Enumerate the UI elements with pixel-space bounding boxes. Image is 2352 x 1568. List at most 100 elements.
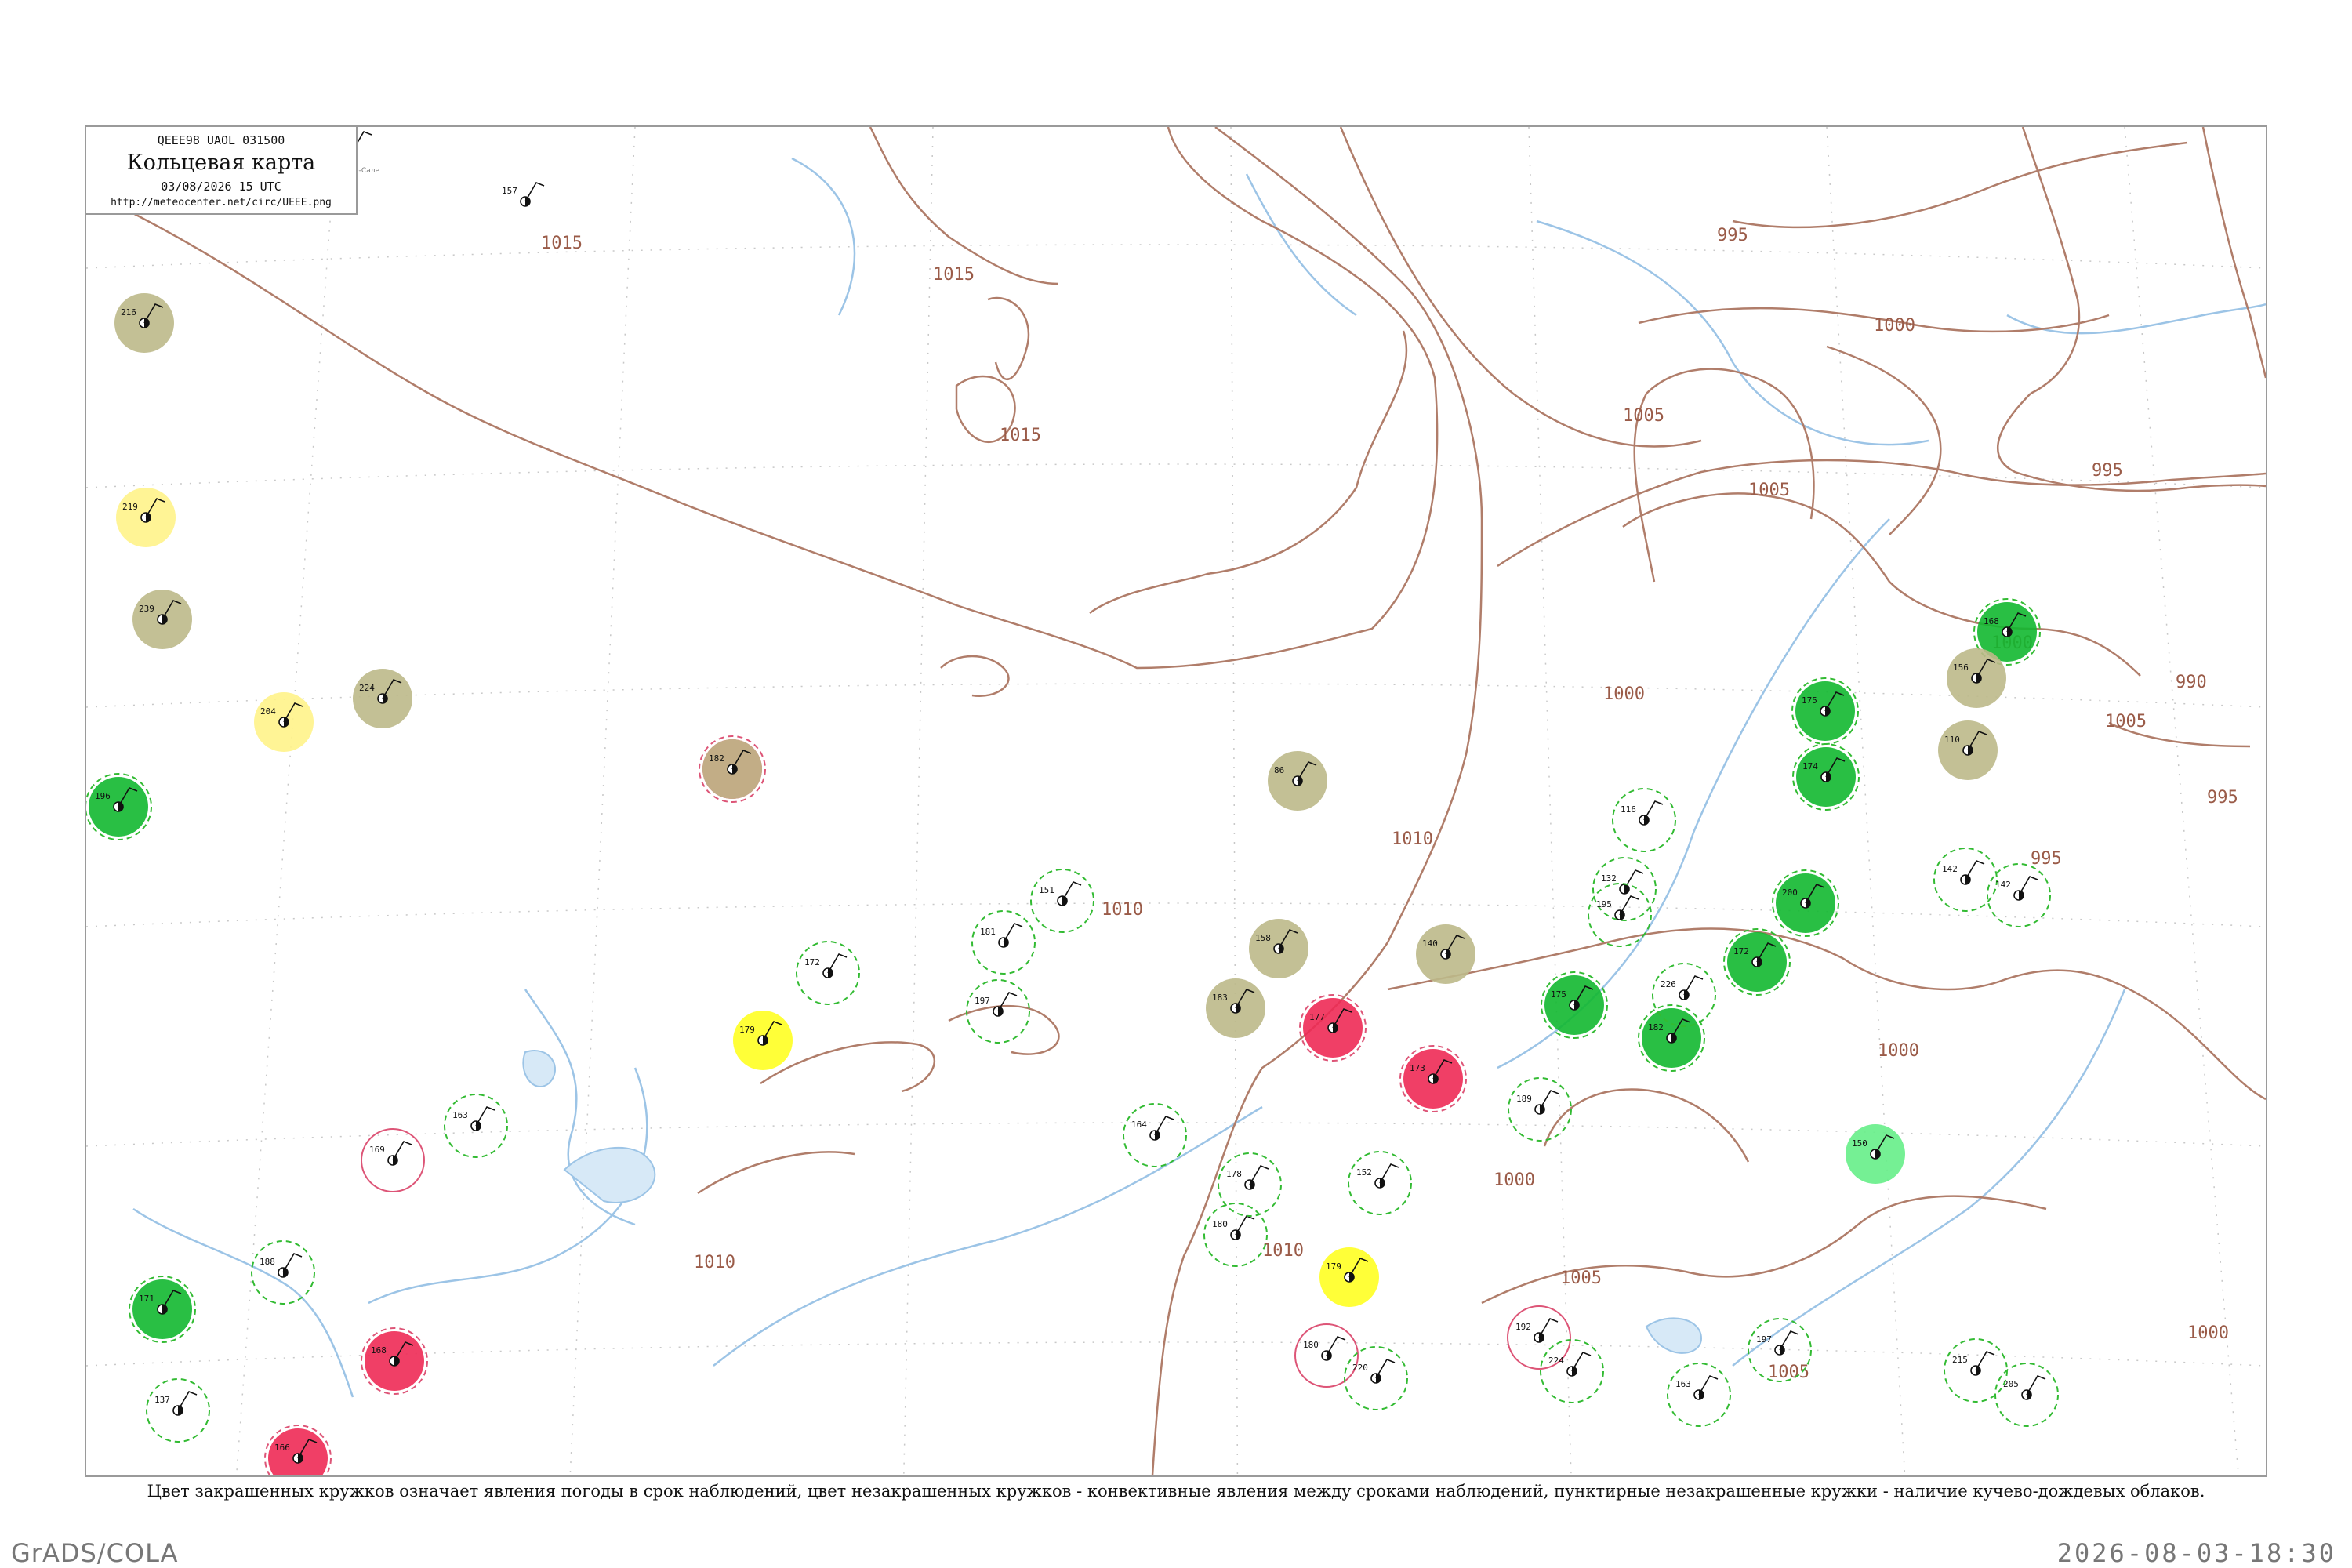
station-pressure: 142	[1995, 880, 2011, 890]
station-pressure: 169	[369, 1145, 385, 1155]
station-pressure: 137	[154, 1395, 170, 1405]
station-142[interactable]: 142	[1987, 863, 2051, 927]
station-174[interactable]: 174	[1792, 743, 1860, 811]
lake	[563, 1146, 656, 1203]
station-224[interactable]: 224	[1540, 1339, 1604, 1403]
station-224[interactable]: 224	[353, 669, 412, 728]
station-132[interactable]: 132	[1592, 857, 1657, 921]
water-bodies	[132, 157, 2266, 1398]
river	[791, 157, 856, 316]
station-215[interactable]: 215	[1944, 1338, 2008, 1403]
station-156[interactable]: 156	[1947, 648, 2006, 708]
station-172[interactable]: 172	[1723, 928, 1791, 996]
station-pressure: 200	[1782, 887, 1798, 898]
isobar-label: 1010	[1262, 1241, 1304, 1261]
station-183[interactable]: 183	[1206, 978, 1265, 1038]
isobar-line	[948, 1004, 1060, 1055]
render-timestamp: 2026-08-03-18:30	[2056, 1538, 2336, 1568]
station-216[interactable]: 216	[114, 293, 174, 353]
isobars	[117, 127, 2266, 1475]
station-171[interactable]: 171	[129, 1276, 196, 1343]
station-157[interactable]: 157	[502, 182, 545, 207]
station-pressure: 168	[1984, 616, 1999, 626]
station-180[interactable]: 180	[1203, 1203, 1268, 1267]
isobar-line	[1387, 927, 2266, 1101]
station-189[interactable]: 189	[1508, 1077, 1572, 1142]
map-canvas: 1015 1015 1015 1010 1010 1010 1010 1005 1005 1005…	[86, 127, 2266, 1475]
station-182[interactable]: 182	[1638, 1004, 1705, 1072]
station-pressure: 175	[1802, 695, 1817, 706]
station-196[interactable]: 196	[86, 773, 152, 840]
station-182[interactable]: 182	[702, 739, 762, 799]
station-168[interactable]: 168	[361, 1327, 428, 1395]
isobar-line	[1089, 330, 1408, 615]
station-pressure: 116	[1621, 804, 1636, 815]
isobar-line	[1543, 1088, 1750, 1163]
station-169[interactable]: 169	[361, 1128, 425, 1192]
station-pressure: 164	[1131, 1120, 1147, 1130]
station-172[interactable]: 172	[796, 941, 860, 1005]
station-200[interactable]: 200	[1772, 869, 1839, 937]
station-205[interactable]: 205	[1994, 1363, 2059, 1427]
map-datetime: 03/08/2026 15 UTC	[161, 180, 281, 194]
isobar-line	[697, 1151, 855, 1195]
isobar-label: 995	[2031, 849, 2062, 869]
station-pressure: 172	[1733, 946, 1749, 956]
station-110[interactable]: 110	[1938, 720, 1998, 780]
isobar-label: 1015	[1000, 426, 1041, 445]
map-url[interactable]: http://meteocenter.net/circ/UEEE.png	[86, 197, 356, 209]
station-188[interactable]: 188	[251, 1240, 315, 1305]
station-158[interactable]: 158	[1249, 919, 1308, 978]
station-116[interactable]: 116	[1612, 788, 1676, 852]
latitude-line	[86, 1122, 2266, 1147]
station-pressure: 157	[502, 186, 517, 196]
station-177[interactable]: 177	[1299, 994, 1367, 1062]
station-142[interactable]: 142	[1933, 848, 1998, 912]
station-179[interactable]: 179	[1319, 1247, 1379, 1307]
station-pressure: 177	[1309, 1012, 1325, 1022]
lake	[522, 1050, 557, 1087]
isobar-label: 995	[2092, 461, 2123, 481]
isobar-label: 1005	[1748, 481, 1790, 500]
station-175[interactable]: 175	[1791, 677, 1859, 745]
station-197[interactable]: 197	[966, 979, 1030, 1044]
isobar-label: 1010	[694, 1253, 735, 1272]
station-86[interactable]: 86	[1268, 751, 1327, 811]
station-163[interactable]: 163	[444, 1094, 508, 1158]
isobar-label: 1000	[1603, 684, 1645, 704]
station-180[interactable]: 180	[1294, 1323, 1359, 1388]
station-181[interactable]: 181	[971, 910, 1036, 975]
station-pressure: 195	[1596, 899, 1612, 909]
station-166[interactable]: 166	[264, 1425, 332, 1475]
map-title-box: QEEE98 UAOL 031500 Кольцевая карта 03/08…	[85, 125, 358, 215]
isobar-line	[1622, 492, 2141, 677]
station-pressure: 110	[1944, 735, 1960, 745]
station-pressure: 174	[1802, 761, 1818, 771]
station-pressure: 179	[1326, 1261, 1341, 1272]
station-140[interactable]: 140	[1416, 924, 1475, 984]
latitude-line	[86, 902, 2266, 927]
station-pressure: 140	[1422, 938, 1438, 949]
station-151[interactable]: 151	[1030, 869, 1094, 933]
station-220[interactable]: 220	[1344, 1346, 1408, 1410]
station-137[interactable]: 137	[146, 1378, 210, 1443]
station-164[interactable]: 164	[1123, 1103, 1187, 1167]
station-pressure: 152	[1356, 1167, 1372, 1178]
station-152[interactable]: 152	[1348, 1151, 1412, 1215]
isobar-line	[1339, 127, 1702, 448]
station-150[interactable]: 150	[1846, 1124, 1905, 1184]
software-credit: GrADS/COLA	[11, 1538, 179, 1568]
station-pressure: 151	[1039, 885, 1054, 895]
station-pressure: 178	[1226, 1169, 1242, 1179]
station-175[interactable]: 175	[1541, 971, 1608, 1039]
station-219[interactable]: 219	[116, 488, 176, 547]
isobar-label: 1000	[1878, 1041, 1919, 1061]
isobar-label: 1010	[1392, 829, 1433, 849]
station-239[interactable]: 239	[132, 590, 192, 649]
station-pressure: 163	[452, 1110, 468, 1120]
station-179[interactable]: 179	[733, 1011, 793, 1070]
isobar-label: 995	[1717, 226, 1748, 245]
station-163[interactable]: 163	[1667, 1363, 1731, 1427]
station-173[interactable]: 173	[1399, 1045, 1467, 1112]
station-204[interactable]: 204	[254, 692, 314, 752]
